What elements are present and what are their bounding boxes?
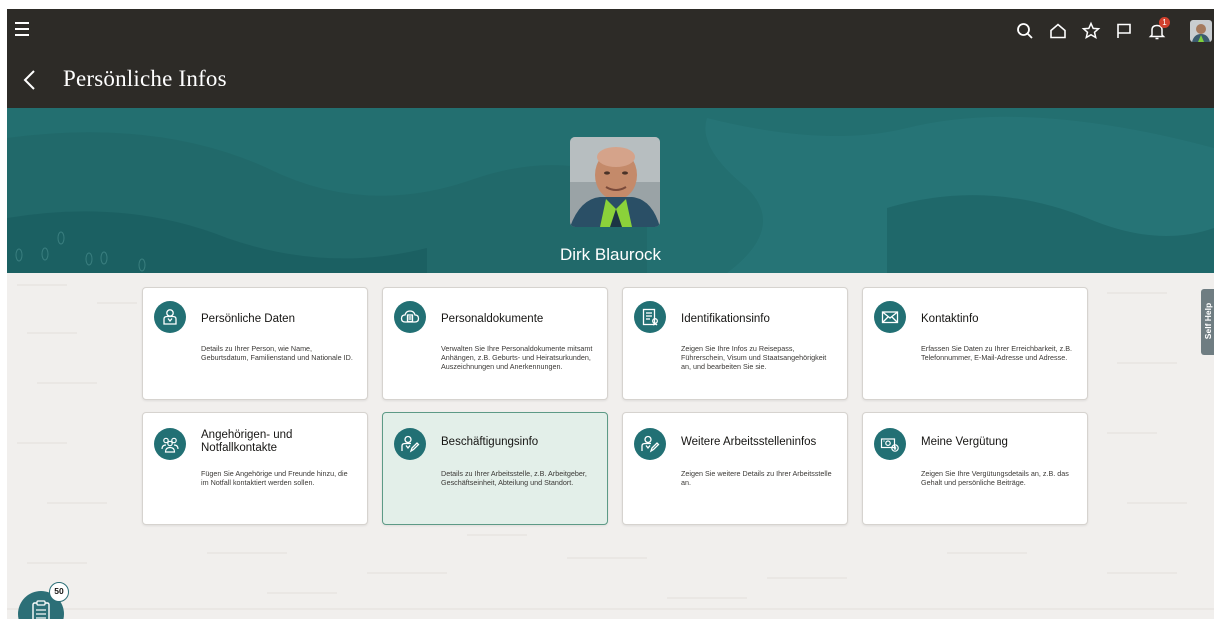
card-identifikationsinfo[interactable]: Identifikationsinfo Zeigen Sie Ihre Info… [622,287,848,400]
search-icon[interactable] [1014,20,1036,42]
card-title: Meine Vergütung [921,436,1008,448]
person-edit-icon [634,428,666,460]
card-persoenliche-daten[interactable]: Persönliche Daten Details zu Ihrer Perso… [142,287,368,400]
profile-name: Dirk Blaurock [559,245,662,264]
cards-area: Persönliche Daten Details zu Ihrer Perso… [7,273,1214,619]
card-title: Beschäftigungsinfo [441,436,539,448]
page-title: Persönliche Infos [63,66,227,91]
menu-icon[interactable] [15,22,37,40]
card-description: Details zu Ihrer Person, wie Name, Gebur… [201,344,353,362]
card-description: Fügen Sie Angehörige und Freunde hinzu, … [201,469,348,487]
card-title: Angehörigen- und Notfallkontakte [201,429,293,454]
card-title: Identifikationsinfo [681,313,770,325]
card-title: Personaldokumente [441,313,544,325]
cloud-document-icon [394,301,426,333]
user-avatar[interactable] [1190,20,1212,42]
flag-icon[interactable] [1113,20,1135,42]
card-meine-verguetung[interactable]: Meine Vergütung Zeigen Sie Ihre Vergütun… [862,412,1088,525]
card-description: Zeigen Sie Ihre Vergütungsdetails an, z.… [921,469,1069,487]
header-actions: 1 [1003,17,1214,45]
home-icon[interactable] [1047,20,1069,42]
card-beschaeftigungsinfo[interactable]: Beschäftigungsinfo Details zu Ihrer Arbe… [382,412,608,525]
card-description: Zeigen Sie weitere Details zu Ihrer Arbe… [681,469,832,487]
card-description: Zeigen Sie Ihre Infos zu Reisepass, Führ… [681,344,827,371]
card-weitere-arbeitsstelleninfos[interactable]: Weitere Arbeitsstelleninfos Zeigen Sie w… [622,412,848,525]
person-icon [154,301,186,333]
card-kontaktinfo[interactable]: Kontaktinfo Erfassen Sie Daten zu Ihrer … [862,287,1088,400]
card-notfallkontakte[interactable]: Angehörigen- und Notfallkontakte Fügen S… [142,412,368,525]
profile-banner: Dirk Blaurock [7,108,1214,273]
self-help-tab[interactable]: Self Help [1201,289,1214,355]
app-frame: 1 Persönliche Infos Dirk Blaurock Persön… [7,9,1214,619]
card-title: Persönliche Daten [201,313,295,325]
self-help-label: Self Help [1203,302,1213,340]
back-button[interactable] [20,68,40,92]
top-header: 1 Persönliche Infos [7,9,1214,108]
notification-badge: 1 [1159,17,1170,28]
people-group-icon [154,428,186,460]
notifications-icon[interactable]: 1 [1146,17,1170,42]
favorite-icon[interactable] [1080,20,1102,42]
profile-photo[interactable] [570,137,660,227]
id-document-icon [634,301,666,333]
card-title: Kontaktinfo [921,313,979,325]
card-description: Details zu Ihrer Arbeitsstelle, z.B. Arb… [441,469,587,487]
money-icon [874,428,906,460]
person-edit-icon [394,428,426,460]
card-description: Erfassen Sie Daten zu Ihrer Erreichbarke… [921,344,1073,362]
card-personaldokumente[interactable]: Personaldokumente Verwalten Sie Ihre Per… [382,287,608,400]
card-description: Verwalten Sie Ihre Personaldokumente mit… [441,344,593,371]
envelope-icon [874,301,906,333]
card-title: Weitere Arbeitsstelleninfos [681,436,817,448]
task-count-badge: 50 [49,582,69,602]
